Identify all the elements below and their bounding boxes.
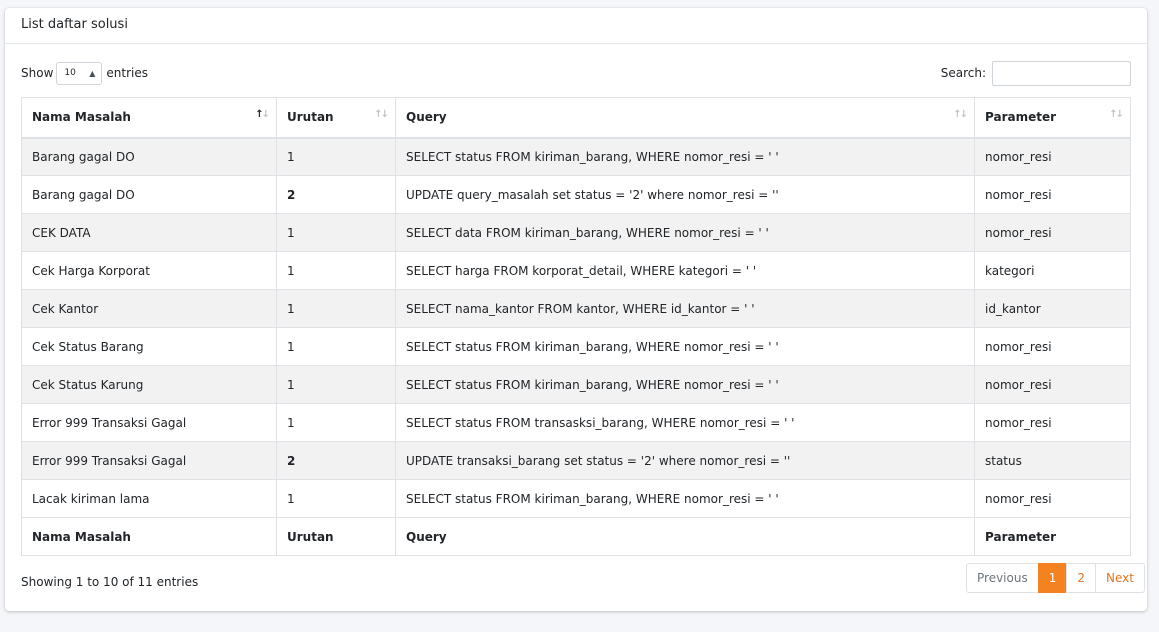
footer-parameter: Parameter (974, 517, 1131, 556)
table-row: Cek Status Karung 1 SELECT status FROM kir… (21, 365, 1131, 404)
search-input[interactable] (992, 60, 1131, 86)
cell-query: SELECT nama_kantor FROM kantor, WHERE id… (395, 289, 975, 328)
sort-icon: ↑↓ (953, 109, 968, 120)
cell-urutan: 1 (276, 479, 396, 518)
cell-query: SELECT status FROM transasksi_barang, WH… (395, 403, 975, 442)
cell-urutan: 1 (276, 403, 396, 442)
cell-urutan: 1 (276, 137, 396, 176)
cell-nama-masalah: CEK DATA (21, 213, 277, 252)
solutions-table: Nama Masalah ↑↓ Urutan ↑↓ Query ↑↓ Param… (21, 97, 1131, 556)
cell-nama-masalah: Lacak kiriman lama (21, 479, 277, 518)
cell-query: SELECT status FROM kiriman_barang, WHERE… (395, 365, 975, 404)
footer-nama-masalah: Nama Masalah (21, 517, 277, 556)
cell-parameter: nomor_resi (974, 365, 1131, 404)
cell-query: UPDATE query_masalah set status = '2' wh… (395, 175, 975, 214)
cell-parameter: id_kantor (974, 289, 1131, 328)
column-header-label: Nama Masalah (32, 110, 131, 125)
cell-nama-masalah: Error 999 Transaksi Gagal (21, 441, 277, 480)
cell-urutan: 1 (276, 251, 396, 290)
search-label: Search: (940, 66, 986, 80)
cell-nama-masalah: Cek Status Barang (21, 327, 277, 366)
cell-query: SELECT harga FROM korporat_detail, WHERE… (395, 251, 975, 290)
table-body: Barang gagal DO 1 SELECT status FROM kirim… (21, 137, 1131, 518)
cell-urutan: 1 (276, 327, 396, 366)
next-page-button[interactable]: Next (1095, 563, 1145, 593)
select-caret-icon: ▲︎ (89, 68, 96, 78)
footer-urutan: Urutan (276, 517, 396, 556)
table-row: Error 999 Transaksi Gagal 2 UPDATE transak… (21, 441, 1131, 480)
sort-icon: ↑↓ (1109, 109, 1124, 120)
cell-parameter: kategori (974, 251, 1131, 290)
pagination: Previous 1 2 Next (966, 563, 1145, 593)
table-row: CEK DATA 1 SELECT data FROM kiriman_barang… (21, 213, 1131, 252)
cell-nama-masalah: Cek Kantor (21, 289, 277, 328)
column-header-urutan[interactable]: Urutan ↑↓ (276, 97, 396, 139)
cell-urutan: 1 (276, 213, 396, 252)
table-row: Barang gagal DO 2 UPDATE query_masalah set… (21, 175, 1131, 214)
cell-parameter: nomor_resi (974, 403, 1131, 442)
table-row: Cek Status Barang 1 SELECT status FROM kir… (21, 327, 1131, 366)
page-1-button[interactable]: 1 (1037, 563, 1068, 593)
solution-list-card: List daftar solusi Show 10 ▲︎ entries Se… (5, 8, 1147, 611)
cell-parameter: nomor_resi (974, 479, 1131, 518)
cell-nama-masalah: Barang gagal DO (21, 137, 277, 176)
page-length-value: 10 (64, 68, 76, 78)
column-header-label: Query (406, 110, 447, 125)
header-row: Nama Masalah ↑↓ Urutan ↑↓ Query ↑↓ Param… (21, 97, 1131, 139)
cell-nama-masalah: Cek Status Karung (21, 365, 277, 404)
column-header-label: Parameter (985, 110, 1057, 125)
entries-label: entries (106, 66, 148, 80)
cell-query: SELECT data FROM kiriman_barang, WHERE n… (395, 213, 975, 252)
sort-icon: ↑↓ (374, 109, 389, 120)
cell-urutan: 2 (276, 441, 396, 480)
column-header-nama-masalah[interactable]: Nama Masalah ↑↓ (21, 97, 277, 139)
cell-nama-masalah: Cek Harga Korporat (21, 251, 277, 290)
cell-query: SELECT status FROM kiriman_barang, WHERE… (395, 137, 975, 176)
cell-parameter: status (974, 441, 1131, 480)
cell-parameter: nomor_resi (974, 327, 1131, 366)
card-title: List daftar solusi (5, 8, 1147, 44)
cell-nama-masalah: Error 999 Transaksi Gagal (21, 403, 277, 442)
show-label: Show (21, 66, 54, 80)
table-row: Barang gagal DO 1 SELECT status FROM kirim… (21, 137, 1131, 176)
footer-query: Query (395, 517, 975, 556)
cell-query: SELECT status FROM kiriman_barang, WHERE… (395, 327, 975, 366)
cell-query: UPDATE transaksi_barang set status = '2'… (395, 441, 975, 480)
sort-ascending-icon: ↑↓ (255, 109, 270, 120)
cell-urutan: 2 (276, 175, 396, 214)
cell-query: SELECT status FROM kiriman_barang, WHERE… (395, 479, 975, 518)
search-control: Search: (941, 60, 1131, 86)
table-info: Showing 1 to 10 of 11 entries (21, 575, 199, 589)
page-length-control: Show 10 ▲︎ entries (21, 60, 148, 86)
previous-page-button[interactable]: Previous (966, 563, 1039, 593)
cell-parameter: nomor_resi (974, 213, 1131, 252)
cell-urutan: 1 (276, 365, 396, 404)
table-row: Cek Harga Korporat 1 SELECT harga FROM kor… (21, 251, 1131, 290)
table-controls: Show 10 ▲︎ entries Search: (21, 60, 1131, 86)
cell-urutan: 1 (276, 289, 396, 328)
cell-parameter: nomor_resi (974, 175, 1131, 214)
column-header-label: Urutan (287, 110, 334, 125)
cell-parameter: nomor_resi (974, 137, 1131, 176)
page-length-select[interactable]: 10 ▲︎ (56, 61, 103, 85)
column-header-parameter[interactable]: Parameter ↑↓ (974, 97, 1131, 139)
cell-nama-masalah: Barang gagal DO (21, 175, 277, 214)
page-2-button[interactable]: 2 (1066, 563, 1096, 593)
table-row: Lacak kiriman lama 1 SELECT status FROM ki… (21, 479, 1131, 518)
column-header-query[interactable]: Query ↑↓ (395, 97, 975, 139)
table-row: Cek Kantor 1 SELECT nama_kantor FROM kanto… (21, 289, 1131, 328)
table-row: Error 999 Transaksi Gagal 1 SELECT status … (21, 403, 1131, 442)
footer-row: Nama Masalah Urutan Query Parameter (21, 517, 1131, 556)
